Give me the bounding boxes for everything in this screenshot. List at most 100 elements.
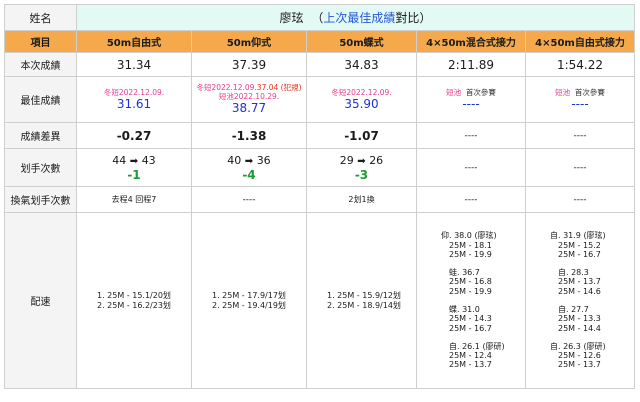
title-suffix: 對比）	[395, 11, 432, 25]
pace-split: 1. 25M - 15.1/20划	[97, 290, 171, 300]
best-cell: 冬短2022.12.09. 35.90	[306, 76, 417, 123]
best-note: 冬短2022.12.09.	[103, 87, 165, 97]
stroke-before: 44	[112, 153, 127, 167]
header-event: 4×50m混合式接力	[416, 30, 526, 53]
relay-leg-head: 自. 27.7	[558, 305, 589, 314]
pace-split: 1. 25M - 15.9/12划	[327, 290, 401, 300]
current-time: 2:11.89	[416, 52, 526, 77]
pace-split: 2. 25M - 19.4/19划	[212, 300, 286, 310]
diff-value: -1.07	[306, 122, 417, 149]
stroke-cell: ----	[525, 148, 635, 187]
breath-value: ----	[191, 186, 307, 213]
relay-split: 25M - 12.4	[449, 351, 492, 361]
relay-leg: 蝶. 31.0 25M - 14.3 25M - 16.7	[441, 305, 525, 333]
swimmer-name: 廖玹	[279, 11, 304, 25]
relay-leg: 自. 31.9 (廖玹) 25M - 15.2 25M - 16.7	[550, 231, 634, 259]
relay-leg-head: 蛙. 36.7	[449, 268, 480, 278]
comparison-highlight: 上次最佳成績	[323, 11, 396, 25]
relay-leg: 蛙. 36.7 25M - 16.8 25M - 19.9	[441, 268, 525, 296]
best-note: 短池 首次參賽	[418, 87, 525, 97]
stroke-change: 40 ➡ 36	[193, 153, 306, 168]
best-cell: 冬短2022.12.09. 31.61	[76, 76, 192, 123]
relay-split: 25M - 14.3	[449, 314, 492, 324]
best-note-date: 冬短2022.12.09.	[196, 83, 257, 92]
stroke-after: 43	[141, 153, 156, 167]
relay-split: 25M - 18.1	[449, 240, 492, 250]
current-time: 1:54.22	[525, 52, 635, 77]
pool-note: 短池	[555, 87, 571, 97]
swimmer-title: 廖玹 （上次最佳成績對比）	[76, 4, 635, 31]
relay-leg-head: 自. 26.3 (廖研)	[550, 341, 606, 351]
pace-split: 1. 25M - 17.9/17划	[212, 290, 286, 300]
relay-split: 25M - 13.7	[558, 277, 601, 287]
header-event: 50m自由式	[76, 30, 192, 53]
header-row: 項目 50m自由式 50m仰式 50m蝶式 4×50m混合式接力 4×50m自由…	[4, 30, 635, 53]
relay-split: 25M - 13.7	[449, 360, 492, 370]
row-label: 換氣划手次數	[4, 186, 77, 213]
stroke-cell: 44 ➡ 43 -1	[76, 148, 192, 187]
header-item: 項目	[4, 30, 77, 53]
relay-leg: 自. 26.1 (廖研) 25M - 12.4 25M - 13.7	[441, 342, 525, 370]
relay-leg: 仰. 38.0 (廖玹) 25M - 18.1 25M - 19.9	[441, 231, 525, 259]
row-label: 配速	[4, 212, 77, 389]
first-entry-note: 首次參賽	[574, 87, 605, 97]
stroke-delta: -1	[127, 167, 141, 182]
relay-leg: 自. 28.3 25M - 13.7 25M - 14.6	[550, 268, 634, 296]
name-label: 姓名	[4, 4, 77, 31]
relay-split: 25M - 16.8	[449, 277, 492, 287]
header-event: 50m仰式	[191, 30, 307, 53]
pace-split: 2. 25M - 18.9/14划	[327, 300, 401, 310]
relay-leg-head: 自. 26.1 (廖研)	[449, 341, 505, 351]
relay-pace-cell: 仰. 38.0 (廖玹) 25M - 18.1 25M - 19.9 蛙. 36…	[416, 212, 526, 389]
pace-row: 配速 1. 25M - 15.1/20划 2. 25M - 16.2/23划 1…	[4, 212, 635, 389]
relay-split: 25M - 16.7	[449, 323, 492, 333]
title-open: （	[311, 11, 324, 25]
relay-split: 25M - 14.6	[558, 286, 601, 296]
current-time: 37.39	[191, 52, 307, 77]
relay-pace-cell: 自. 31.9 (廖玹) 25M - 15.2 25M - 16.7 自. 28…	[525, 212, 635, 389]
breath-value: 2划1換	[306, 186, 417, 213]
stroke-change: 29 ➡ 26	[308, 153, 416, 168]
best-time: ----	[462, 96, 480, 111]
relay-leg-head: 仰. 38.0 (廖玹)	[441, 231, 497, 241]
stroke-before: 40	[227, 153, 242, 167]
relay-split: 25M - 19.9	[449, 286, 492, 296]
stroke-cell: 29 ➡ 26 -3	[306, 148, 417, 187]
results-sheet: 姓名 廖玹 （上次最佳成績對比） 項目 50m自由式 50m仰式 50m蝶式 4…	[4, 4, 635, 396]
relay-leg: 自. 26.3 (廖研) 25M - 12.6 25M - 13.7	[550, 342, 634, 370]
pace-split: 2. 25M - 16.2/23划	[97, 300, 171, 310]
row-label: 划手次數	[4, 148, 77, 187]
best-time: 31.61	[116, 96, 152, 111]
breath-row: 換氣划手次數 去程4 回程7 ---- 2划1換 ---- ----	[4, 186, 635, 213]
pool-note: 短池	[446, 87, 462, 97]
relay-split: 25M - 13.3	[558, 314, 601, 324]
current-time: 34.83	[306, 52, 417, 77]
relay-leg-head: 自. 28.3	[558, 268, 589, 278]
row-label: 成績差異	[4, 122, 77, 149]
arrow-right-icon: ➡	[244, 155, 254, 167]
arrow-right-icon: ➡	[129, 155, 139, 167]
row-label: 最佳成績	[4, 76, 77, 123]
breath-value: 去程4 回程7	[76, 186, 192, 213]
pace-cell: 1. 25M - 15.9/12划 2. 25M - 18.9/14划	[306, 212, 417, 389]
diff-value: -0.27	[76, 122, 192, 149]
current-time: 31.34	[76, 52, 192, 77]
relay-split: 25M - 14.4	[558, 323, 601, 333]
breath-value: ----	[416, 186, 526, 213]
best-note: 冬短2022.12.09.	[331, 87, 392, 97]
results-table: 姓名 廖玹 （上次最佳成績對比） 項目 50m自由式 50m仰式 50m蝶式 4…	[4, 4, 635, 389]
best-note: 短池2022.10.29.	[218, 92, 280, 101]
stroke-after: 26	[369, 153, 384, 167]
current-row: 本次成績 31.34 37.39 34.83 2:11.89 1:54.22	[4, 52, 635, 77]
diff-value: ----	[416, 122, 526, 149]
best-time: 35.90	[344, 96, 379, 111]
best-time: ----	[571, 96, 589, 111]
header-event: 4×50m自由式接力	[525, 30, 635, 53]
name-row: 姓名 廖玹 （上次最佳成績對比）	[4, 4, 635, 31]
relay-leg-head: 自. 31.9 (廖玹)	[550, 231, 606, 241]
breath-value: ----	[525, 186, 635, 213]
pace-cell: 1. 25M - 17.9/17划 2. 25M - 19.4/19划	[191, 212, 307, 389]
stroke-before: 29	[339, 153, 354, 167]
stroke-cell: ----	[416, 148, 526, 187]
row-label: 本次成績	[4, 52, 77, 77]
